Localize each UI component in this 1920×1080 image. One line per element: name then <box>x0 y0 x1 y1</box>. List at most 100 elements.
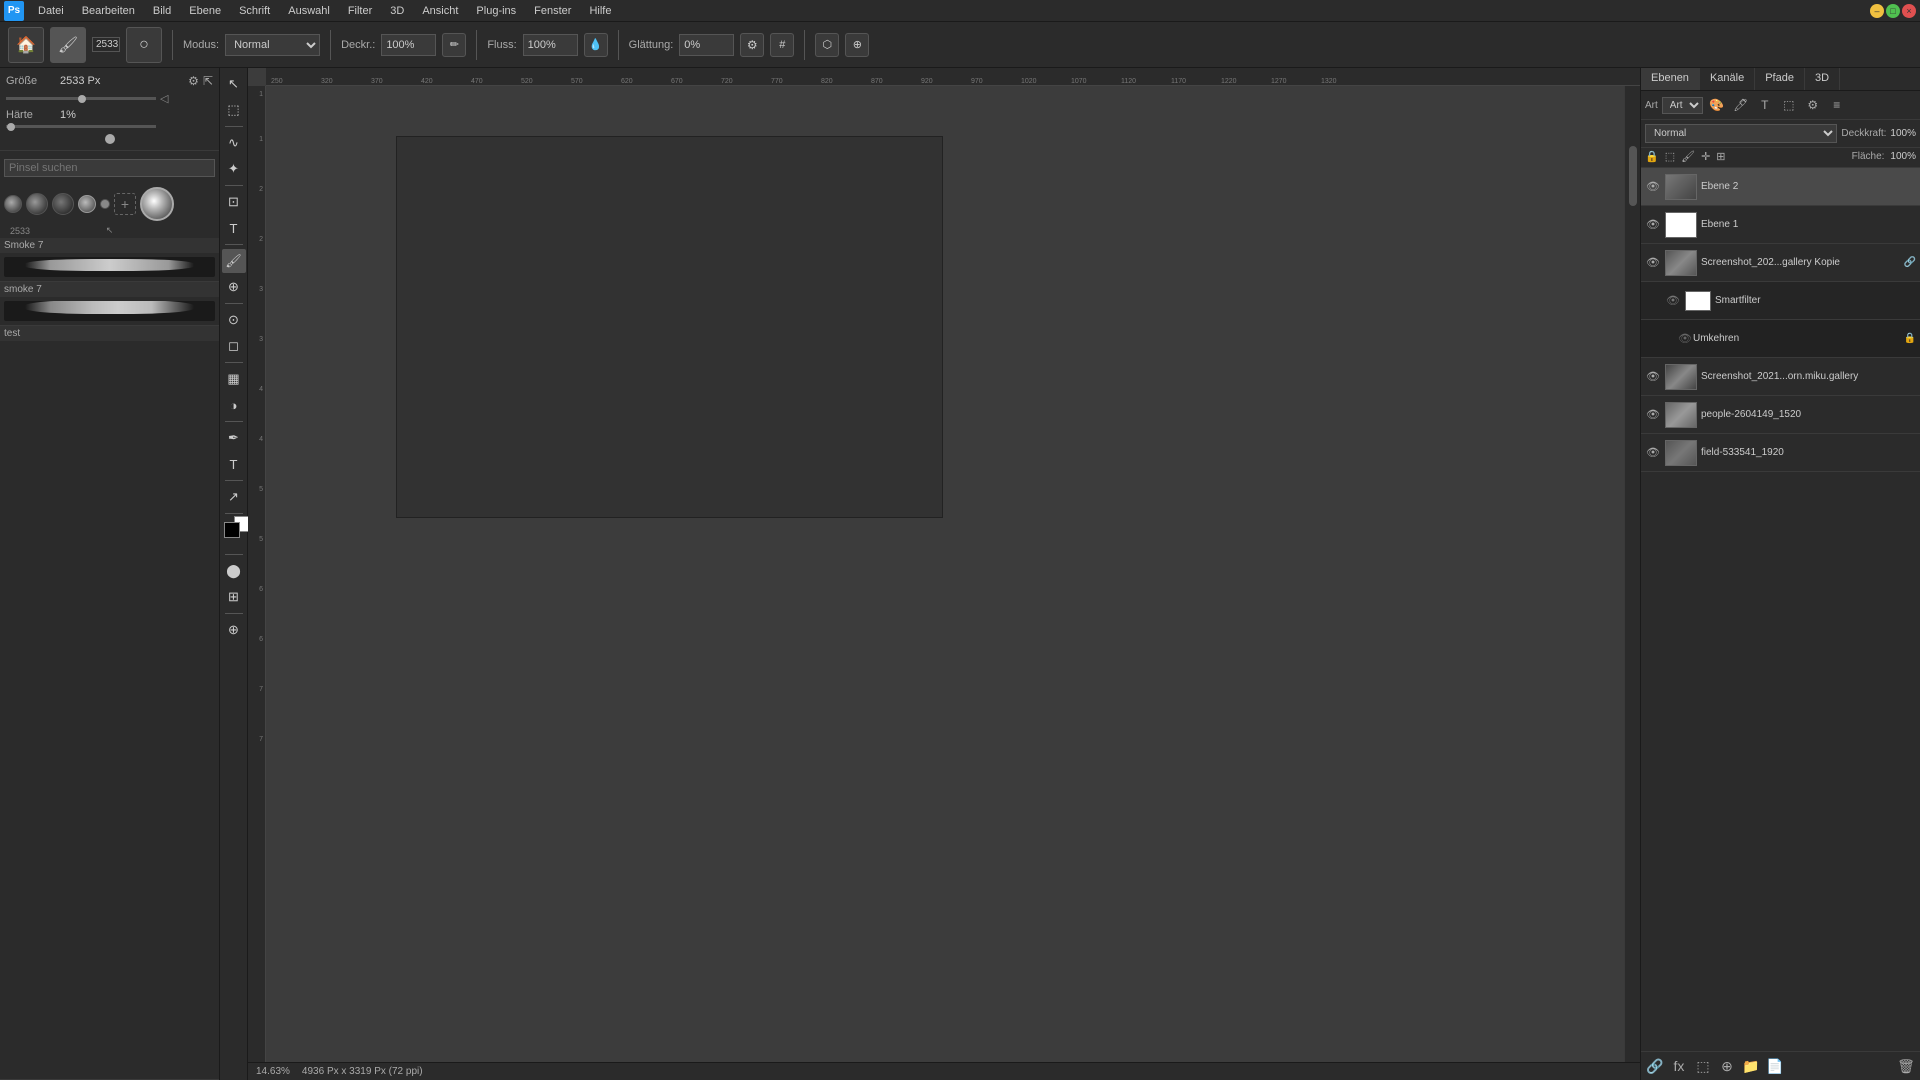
layer-item-people[interactable]: 👁 people-2604149_1520 <box>1641 396 1920 434</box>
layer-visibility-ebene1[interactable]: 👁 <box>1645 217 1661 233</box>
dodge-tool[interactable]: ◑ <box>222 393 246 417</box>
deckraft-icon[interactable]: ✏ <box>442 33 466 57</box>
lock-transparent[interactable]: ⬚ <box>1665 150 1675 163</box>
select-tool[interactable]: ⬚ <box>222 98 246 122</box>
gradient-tool[interactable]: ▦ <box>222 367 246 391</box>
add-mask-btn[interactable]: ⬚ <box>1693 1056 1713 1076</box>
link-layers-btn[interactable]: 🔗 <box>1645 1056 1665 1076</box>
brush-preview-smoke7-1[interactable] <box>0 253 219 282</box>
menu-auswahl[interactable]: Auswahl <box>280 3 338 19</box>
brush-preset-item-large[interactable] <box>140 187 174 221</box>
filter-btn-6[interactable]: ≡ <box>1827 95 1847 115</box>
brush-preset-picker[interactable]: ○ <box>126 27 162 63</box>
glattung-input[interactable] <box>679 34 734 56</box>
menu-bearbeiten[interactable]: Bearbeiten <box>74 3 143 19</box>
path-select-tool[interactable]: ↗ <box>222 485 246 509</box>
scrollbar-vertical[interactable] <box>1624 86 1640 1064</box>
tab-kanale[interactable]: Kanäle <box>1700 68 1755 90</box>
menu-bild[interactable]: Bild <box>145 3 179 19</box>
layer-visibility-screenshot-gallery[interactable]: 👁 <box>1645 369 1661 385</box>
canvas-viewport[interactable] <box>266 86 1640 1062</box>
window-minimize[interactable]: – <box>1870 4 1884 18</box>
crop-tool[interactable]: ⊡ <box>222 190 246 214</box>
brush-preview-smoke7-2[interactable] <box>0 297 219 326</box>
clone-tool[interactable]: ⊙ <box>222 308 246 332</box>
eraser-tool[interactable]: ◻ <box>222 334 246 358</box>
harte-slider-handle[interactable] <box>105 134 115 144</box>
harte-slider[interactable] <box>6 125 156 128</box>
filter-btn-3[interactable]: T <box>1755 95 1775 115</box>
delete-layer-btn[interactable]: 🗑 <box>1896 1056 1916 1076</box>
layer-visibility-umkehren[interactable]: 👁 <box>1677 331 1693 347</box>
menu-plugins[interactable]: Plug-ins <box>468 3 524 19</box>
move-tool[interactable]: ↖ <box>222 72 246 96</box>
settings-btn[interactable]: ⚙ <box>740 33 764 57</box>
filter-btn-2[interactable]: 🖊 <box>1731 95 1751 115</box>
zoom-tool[interactable]: ⊕ <box>222 618 246 642</box>
healing-tool[interactable]: ⊕ <box>222 275 246 299</box>
brush-settings-icon[interactable]: ⚙ <box>188 74 199 88</box>
eyedropper-tool[interactable]: T <box>222 216 246 240</box>
brush-preset-item-3[interactable] <box>52 193 74 215</box>
fluss-icon[interactable]: 💧 <box>584 33 608 57</box>
grosse-slider[interactable] <box>6 97 156 100</box>
lock-artboard[interactable]: ⊞ <box>1716 150 1725 163</box>
lock-pixels[interactable]: 🖌 <box>1681 150 1695 163</box>
layer-item-screenshot-gallery[interactable]: 👁 Screenshot_2021...orn.miku.gallery <box>1641 358 1920 396</box>
add-group-btn[interactable]: 📁 <box>1741 1056 1761 1076</box>
filter-btn-1[interactable]: 🎨 <box>1707 95 1727 115</box>
menu-hilfe[interactable]: Hilfe <box>581 3 619 19</box>
menu-filter[interactable]: Filter <box>340 3 380 19</box>
layer-visibility-ebene2[interactable]: 👁 <box>1645 179 1661 195</box>
filter-btn-5[interactable]: ⚙ <box>1803 95 1823 115</box>
layer-item-screenshot-kopie[interactable]: 👁 Screenshot_202...gallery Kopie 🔗 <box>1641 244 1920 282</box>
symmetry-btn[interactable]: ⬡ <box>815 33 839 57</box>
pen-tool[interactable]: ✒ <box>222 426 246 450</box>
layer-visibility-smartfilter[interactable]: 👁 <box>1665 293 1681 309</box>
lock-icon[interactable]: 🔒 <box>1645 150 1659 163</box>
mask-tool[interactable]: ⬤ <box>222 559 246 583</box>
window-close[interactable]: × <box>1902 4 1916 18</box>
frame-tool[interactable]: ⊞ <box>222 585 246 609</box>
brush-preset-item-5[interactable] <box>100 199 110 209</box>
brush-corner-icon[interactable]: ⇱ <box>203 74 213 88</box>
menu-ansicht[interactable]: Ansicht <box>414 3 466 19</box>
menu-3d[interactable]: 3D <box>382 3 412 19</box>
tab-ebenen[interactable]: Ebenen <box>1641 68 1700 90</box>
brush-preset-item-2[interactable] <box>26 193 48 215</box>
extra-btn-2[interactable]: ⊕ <box>845 33 869 57</box>
tab-3d[interactable]: 3D <box>1805 68 1840 90</box>
menu-ebene[interactable]: Ebene <box>181 3 229 19</box>
filter-btn-4[interactable]: ⬚ <box>1779 95 1799 115</box>
brush-preset-item-1[interactable] <box>4 195 22 213</box>
layer-visibility-field[interactable]: 👁 <box>1645 445 1661 461</box>
brush-tool[interactable]: 🖌 <box>222 249 246 273</box>
blend-mode-select[interactable]: Normal Multiplizieren Abwedeln Aufhellen <box>1645 124 1837 143</box>
tab-pfade[interactable]: Pfade <box>1755 68 1805 90</box>
type-tool[interactable]: T <box>222 452 246 476</box>
art-select[interactable]: Art <box>1662 97 1703 114</box>
modus-select[interactable]: Normal Multiplizieren Abwedeln <box>225 34 320 56</box>
deckraft-input[interactable] <box>381 34 436 56</box>
layer-item-smartfilter[interactable]: 👁 Smartfilter <box>1641 282 1920 320</box>
extra-btn-1[interactable]: # <box>770 33 794 57</box>
brush-tool-button[interactable]: 🖌 <box>50 27 86 63</box>
brush-search-input[interactable] <box>4 159 215 177</box>
add-style-btn[interactable]: fx <box>1669 1056 1689 1076</box>
app-icon[interactable]: Ps <box>4 1 24 21</box>
layer-item-ebene1[interactable]: 👁 Ebene 1 <box>1641 206 1920 244</box>
brush-preset-item-4[interactable] <box>78 195 96 213</box>
menu-schrift[interactable]: Schrift <box>231 3 278 19</box>
layer-item-ebene2[interactable]: 👁 Ebene 2 <box>1641 168 1920 206</box>
home-button[interactable]: 🏠 <box>8 27 44 63</box>
lasso-tool[interactable]: ∿ <box>222 131 246 155</box>
layer-item-umkehren[interactable]: 👁 Umkehren 🔒 <box>1641 320 1920 358</box>
add-brush-button[interactable]: + <box>114 193 136 215</box>
fluss-input[interactable] <box>523 34 578 56</box>
layer-visibility-screenshot-kopie[interactable]: 👁 <box>1645 255 1661 271</box>
menu-datei[interactable]: Datei <box>30 3 72 19</box>
new-layer-btn[interactable]: 📄 <box>1765 1056 1785 1076</box>
magic-wand-tool[interactable]: ✦ <box>222 157 246 181</box>
menu-fenster[interactable]: Fenster <box>526 3 579 19</box>
layer-item-field[interactable]: 👁 field-533541_1920 <box>1641 434 1920 472</box>
